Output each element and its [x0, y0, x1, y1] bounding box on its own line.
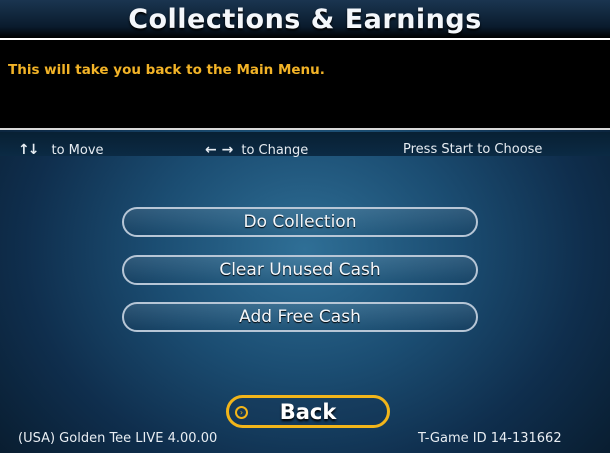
controls-hint-bar: ↑↓ to Move ← → to Change Press Start to …	[0, 132, 610, 158]
message-text: This will take you back to the Main Menu…	[8, 62, 325, 78]
do-collection-button[interactable]: Do Collection	[122, 207, 478, 237]
clear-unused-cash-label: Clear Unused Cash	[219, 260, 381, 280]
page-title: Collections & Earnings	[128, 3, 482, 35]
change-hint: ← → to Change	[205, 142, 308, 158]
do-collection-label: Do Collection	[243, 212, 357, 232]
message-panel: This will take you back to the Main Menu…	[0, 40, 610, 130]
chevron-right-icon: ›	[235, 406, 248, 419]
back-label: Back	[279, 399, 337, 424]
back-button[interactable]: › Back	[226, 395, 390, 428]
choose-hint: Press Start to Choose	[403, 142, 543, 157]
clear-unused-cash-button[interactable]: Clear Unused Cash	[122, 255, 478, 285]
title-bar: Collections & Earnings	[0, 0, 610, 40]
left-right-arrows-icon: ← →	[205, 142, 234, 158]
version-text: (USA) Golden Tee LIVE 4.00.00	[18, 431, 218, 446]
game-screen: Collections & Earnings This will take yo…	[0, 0, 610, 453]
add-free-cash-button[interactable]: Add Free Cash	[122, 302, 478, 332]
move-hint: ↑↓ to Move	[18, 142, 104, 158]
game-id-text: T-Game ID 14-131662	[418, 431, 562, 446]
up-down-arrows-icon: ↑↓	[18, 142, 40, 158]
change-hint-label: to Change	[241, 142, 309, 158]
move-hint-label: to Move	[51, 142, 104, 158]
add-free-cash-label: Add Free Cash	[239, 307, 361, 327]
